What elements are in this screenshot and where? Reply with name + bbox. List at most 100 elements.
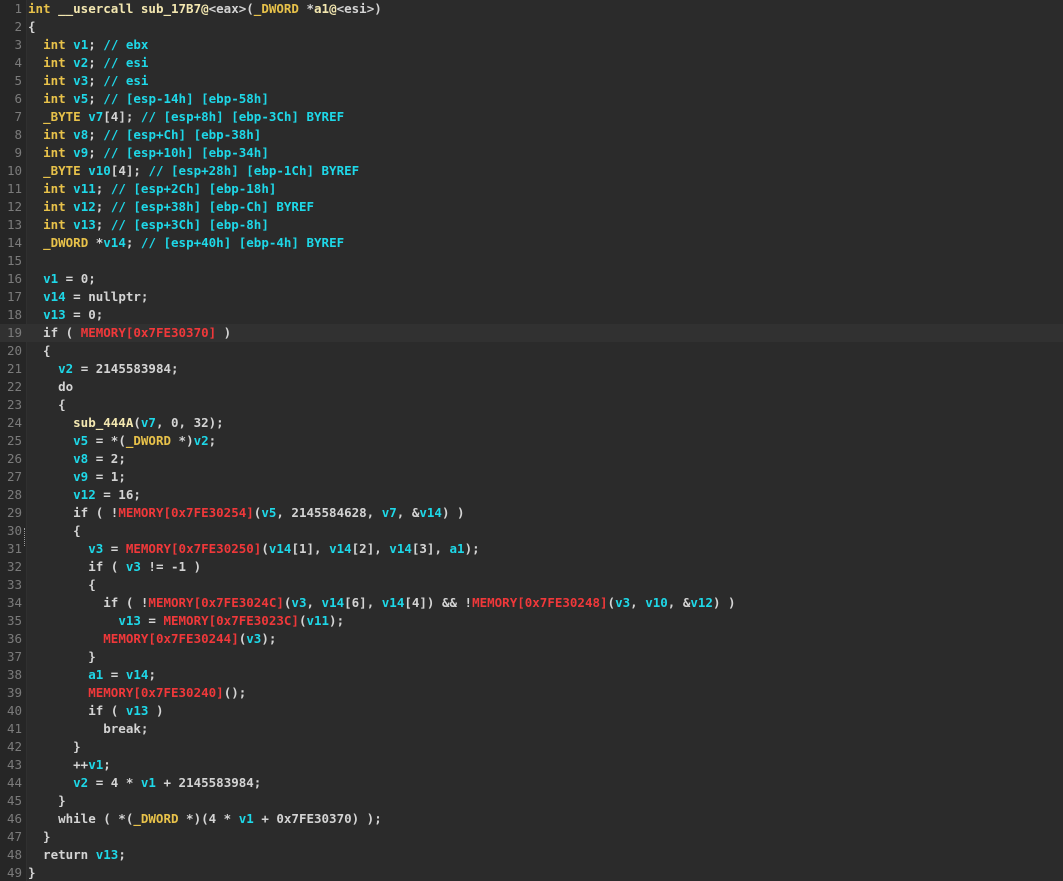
code-text[interactable]: int __usercall sub_17B7@<eax>(_DWORD *a1… xyxy=(28,1,382,16)
variable-token[interactable]: v1 xyxy=(239,811,254,826)
variable-token[interactable]: v10 xyxy=(645,595,668,610)
code-line[interactable]: 23 { xyxy=(0,396,1063,414)
code-line[interactable]: 29 if ( !MEMORY[0x7FE30254](v5, 21455846… xyxy=(0,504,1063,522)
code-line[interactable]: 1 int __usercall sub_17B7@<eax>(_DWORD *a… xyxy=(0,0,1063,18)
variable-token[interactable]: v3 xyxy=(291,595,306,610)
code-line[interactable]: 3 int v1; // ebx xyxy=(0,36,1063,54)
variable-token[interactable]: v14 xyxy=(329,541,352,556)
code-text[interactable]: } xyxy=(28,865,36,880)
code-line[interactable]: 16 v1 = 0; xyxy=(0,270,1063,288)
variable-token[interactable]: v12 xyxy=(73,487,96,502)
code-text[interactable]: v12 = 16; xyxy=(28,487,141,502)
code-text[interactable]: } xyxy=(28,793,66,808)
code-text[interactable]: { xyxy=(28,577,96,592)
memory-call-token[interactable]: MEMORY[0x7FE30250] xyxy=(126,541,261,556)
variable-token[interactable]: v7 xyxy=(141,415,156,430)
code-text[interactable]: { xyxy=(28,19,36,34)
variable-token[interactable]: a1 xyxy=(88,667,103,682)
code-line[interactable]: 7 _BYTE v7[4]; // [esp+8h] [ebp-3Ch] BYR… xyxy=(0,108,1063,126)
code-line[interactable]: 17 v14 = nullptr; xyxy=(0,288,1063,306)
variable-token[interactable]: v13 xyxy=(96,847,119,862)
code-text[interactable]: v5 = *(_DWORD *)v2; xyxy=(28,433,216,448)
code-line[interactable]: 43 ++v1; xyxy=(0,756,1063,774)
variable-token[interactable]: v14 xyxy=(269,541,292,556)
variable-token[interactable]: v13 xyxy=(126,703,149,718)
variable-token[interactable]: v9 xyxy=(73,469,88,484)
code-line[interactable]: 32 if ( v3 != -1 ) xyxy=(0,558,1063,576)
code-line[interactable]: 21 v2 = 2145583984; xyxy=(0,360,1063,378)
variable-token[interactable]: v2 xyxy=(73,55,88,70)
variable-token[interactable]: v14 xyxy=(382,595,405,610)
code-text[interactable]: int v8; // [esp+Ch] [ebp-38h] xyxy=(28,127,261,142)
variable-token[interactable]: v3 xyxy=(126,559,141,574)
variable-token[interactable]: v1 xyxy=(43,271,58,286)
code-line[interactable]: 18 v13 = 0; xyxy=(0,306,1063,324)
variable-token[interactable]: v12 xyxy=(690,595,713,610)
code-line[interactable]: 19 if ( MEMORY[0x7FE30370] ) xyxy=(0,324,1063,342)
variable-token[interactable]: v5 xyxy=(73,91,88,106)
code-text[interactable]: int v5; // [esp-14h] [ebp-58h] xyxy=(28,91,269,106)
code-text[interactable]: if ( MEMORY[0x7FE30370] ) xyxy=(28,325,231,340)
code-line[interactable]: 36 MEMORY[0x7FE30244](v3); xyxy=(0,630,1063,648)
variable-token[interactable]: v7 xyxy=(382,505,397,520)
variable-token[interactable]: v2 xyxy=(73,775,88,790)
function-name-token[interactable]: sub_444A xyxy=(73,415,133,430)
variable-token[interactable]: v13 xyxy=(118,613,141,628)
code-line[interactable]: 28 v12 = 16; xyxy=(0,486,1063,504)
code-text[interactable]: do xyxy=(28,379,73,394)
variable-token[interactable]: v13 xyxy=(43,307,66,322)
code-text[interactable]: { xyxy=(28,343,51,358)
code-line[interactable]: 2{ xyxy=(0,18,1063,36)
code-text[interactable]: int v1; // ebx xyxy=(28,37,148,52)
variable-token[interactable]: v2 xyxy=(194,433,209,448)
code-line[interactable]: 47 } xyxy=(0,828,1063,846)
code-text[interactable]: _BYTE v7[4]; // [esp+8h] [ebp-3Ch] BYREF xyxy=(28,109,344,124)
variable-token[interactable]: v1 xyxy=(73,37,88,52)
code-text[interactable]: MEMORY[0x7FE30244](v3); xyxy=(28,631,276,646)
code-line[interactable]: 49} xyxy=(0,864,1063,881)
code-text[interactable]: return v13; xyxy=(28,847,126,862)
variable-token[interactable]: v3 xyxy=(615,595,630,610)
code-text[interactable]: v2 = 2145583984; xyxy=(28,361,178,376)
variable-token[interactable]: v14 xyxy=(103,235,126,250)
code-line[interactable]: 22 do xyxy=(0,378,1063,396)
code-line[interactable]: 9 int v9; // [esp+10h] [ebp-34h] xyxy=(0,144,1063,162)
code-text[interactable]: int v2; // esi xyxy=(28,55,148,70)
code-line[interactable]: 37 } xyxy=(0,648,1063,666)
memory-call-token[interactable]: MEMORY[0x7FE30254] xyxy=(118,505,253,520)
code-line[interactable]: 46 while ( *(_DWORD *)(4 * v1 + 0x7FE303… xyxy=(0,810,1063,828)
variable-token[interactable]: v14 xyxy=(419,505,442,520)
code-text[interactable]: _DWORD *v14; // [esp+40h] [ebp-4h] BYREF xyxy=(28,235,344,250)
code-line[interactable]: 33 { xyxy=(0,576,1063,594)
variable-token[interactable]: v14 xyxy=(389,541,412,556)
code-line[interactable]: 30 { xyxy=(0,522,1063,540)
code-line[interactable]: 40 if ( v13 ) xyxy=(0,702,1063,720)
memory-call-token[interactable]: MEMORY[0x7FE3024C] xyxy=(148,595,283,610)
variable-token[interactable]: v12 xyxy=(73,199,96,214)
variable-token[interactable]: v3 xyxy=(246,631,261,646)
code-line[interactable]: 10 _BYTE v10[4]; // [esp+28h] [ebp-1Ch] … xyxy=(0,162,1063,180)
code-line[interactable]: 12 int v12; // [esp+38h] [ebp-Ch] BYREF xyxy=(0,198,1063,216)
variable-token[interactable]: v1 xyxy=(88,757,103,772)
code-text[interactable]: sub_444A(v7, 0, 32); xyxy=(28,415,224,430)
variable-token[interactable]: v11 xyxy=(306,613,329,628)
variable-token[interactable]: v5 xyxy=(261,505,276,520)
function-name-token[interactable]: a1@ xyxy=(314,1,337,16)
variable-token[interactable]: v10 xyxy=(88,163,111,178)
code-line[interactable]: 45 } xyxy=(0,792,1063,810)
code-line[interactable]: 27 v9 = 1; xyxy=(0,468,1063,486)
code-text[interactable]: int v12; // [esp+38h] [ebp-Ch] BYREF xyxy=(28,199,314,214)
code-text[interactable]: if ( v13 ) xyxy=(28,703,163,718)
code-text[interactable]: int v13; // [esp+3Ch] [ebp-8h] xyxy=(28,217,269,232)
code-text[interactable]: v13 = 0; xyxy=(28,307,103,322)
code-line[interactable]: 5 int v3; // esi xyxy=(0,72,1063,90)
variable-token[interactable]: v14 xyxy=(126,667,149,682)
memory-call-token[interactable]: MEMORY[0x7FE3023C] xyxy=(163,613,298,628)
variable-token[interactable]: v3 xyxy=(88,541,103,556)
memory-call-token[interactable]: MEMORY[0x7FE30248] xyxy=(472,595,607,610)
variable-token[interactable]: v3 xyxy=(73,73,88,88)
code-text[interactable]: if ( !MEMORY[0x7FE30254](v5, 2145584628,… xyxy=(28,505,464,520)
function-name-token[interactable]: __usercall sub_17B7@ xyxy=(58,1,209,16)
code-line[interactable]: 42 } xyxy=(0,738,1063,756)
code-text[interactable]: _BYTE v10[4]; // [esp+28h] [ebp-1Ch] BYR… xyxy=(28,163,359,178)
